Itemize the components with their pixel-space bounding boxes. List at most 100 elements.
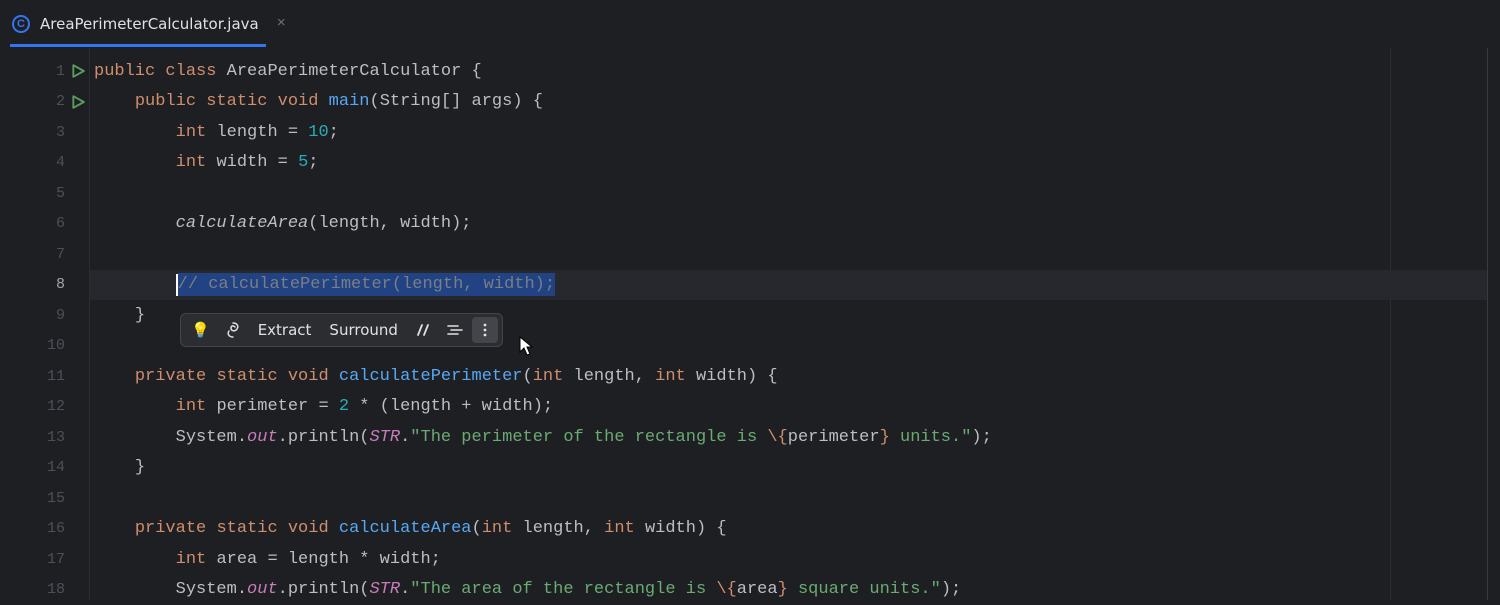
line-number: 17 — [47, 551, 65, 568]
token-p: .println( — [278, 428, 370, 447]
line-number: 3 — [56, 124, 65, 141]
code-line[interactable]: System.out.println(STR."The area of the … — [90, 575, 1487, 605]
code-line[interactable]: } — [90, 453, 1487, 484]
scrollbar[interactable] — [1488, 48, 1500, 600]
gutter-line[interactable]: 17 — [0, 544, 89, 575]
gutter-line[interactable]: 6 — [0, 209, 89, 240]
code-line[interactable] — [90, 483, 1487, 514]
token-kw: static — [216, 519, 287, 538]
token-kw: static — [206, 92, 277, 111]
code-line[interactable]: // calculatePerimeter(length, width); — [90, 270, 1487, 301]
gutter-line[interactable]: 18 — [0, 575, 89, 605]
gutter-line[interactable]: 3 — [0, 117, 89, 148]
token-p: length, — [574, 367, 656, 386]
token-p: . — [400, 428, 410, 447]
gutter-line[interactable]: 4 — [0, 148, 89, 179]
token-p: length = — [216, 123, 308, 142]
token-kw: class — [165, 62, 226, 81]
code-line[interactable]: private static void calculateArea(int le… — [90, 514, 1487, 545]
line-number: 18 — [47, 581, 65, 598]
gutter-line[interactable]: 10 — [0, 331, 89, 362]
token-tpl: } — [880, 428, 890, 447]
token-p: ); — [941, 580, 961, 599]
token-p: area = length * width; — [216, 550, 440, 569]
token-p: (length, width); — [308, 214, 471, 233]
token-kw: int — [176, 153, 217, 172]
token-num: 5 — [298, 153, 308, 172]
code-line[interactable]: System.out.println(STR."The perimeter of… — [90, 422, 1487, 453]
token-fni: calculateArea — [176, 214, 309, 233]
gutter-line[interactable]: 5 — [0, 178, 89, 209]
more-actions-button[interactable] — [472, 317, 498, 343]
line-number: 8 — [56, 276, 65, 293]
token-p: [] args) { — [441, 92, 543, 111]
code-line[interactable]: int length = 10; — [90, 117, 1487, 148]
line-number: 9 — [56, 307, 65, 324]
surround-button[interactable]: Surround — [321, 316, 405, 344]
token-fn: calculateArea — [339, 519, 472, 538]
intention-bulb-button[interactable]: 💡 — [185, 316, 216, 344]
run-gutter-icon[interactable] — [71, 95, 85, 109]
close-icon[interactable]: × — [269, 15, 294, 32]
code-line[interactable]: public class AreaPerimeterCalculator { — [90, 56, 1487, 87]
token-fn: calculatePerimeter — [339, 367, 523, 386]
token-p: perimeter — [788, 428, 880, 447]
code-line[interactable]: int width = 5; — [90, 148, 1487, 179]
gutter-line[interactable]: 8 — [0, 270, 89, 301]
gutter-line[interactable]: 16 — [0, 514, 89, 545]
code-line[interactable] — [90, 239, 1487, 270]
token-fld: out — [247, 428, 278, 447]
run-gutter-icon[interactable] — [71, 64, 85, 78]
token-p: length, — [523, 519, 605, 538]
bulb-icon: 💡 — [191, 321, 210, 339]
token-kw: void — [288, 519, 339, 538]
line-number: 13 — [47, 429, 65, 446]
token-p: area — [737, 580, 778, 599]
ai-swirl-icon — [224, 321, 242, 339]
token-p: System. — [176, 428, 247, 447]
token-num: 10 — [308, 123, 328, 142]
gutter-line[interactable]: 14 — [0, 453, 89, 484]
gutter-line[interactable]: 13 — [0, 422, 89, 453]
line-number: 14 — [47, 459, 65, 476]
code-line[interactable]: int area = length * width; — [90, 544, 1487, 575]
code-line[interactable]: calculateArea(length, width); — [90, 209, 1487, 240]
token-p: width) { — [645, 519, 727, 538]
comment-slashes-icon — [414, 323, 432, 337]
code-line[interactable]: private static void calculatePerimeter(i… — [90, 361, 1487, 392]
tab-title: AreaPerimeterCalculator.java — [40, 15, 259, 33]
floating-action-toolbar: 💡 Extract Surround — [180, 313, 503, 347]
gutter-line[interactable]: 7 — [0, 239, 89, 270]
extract-button[interactable]: Extract — [250, 316, 320, 344]
gutter-line[interactable]: 1 — [0, 56, 89, 87]
ai-assist-button[interactable] — [218, 316, 248, 344]
tab-active[interactable]: C AreaPerimeterCalculator.java × — [0, 0, 306, 47]
line-number: 16 — [47, 520, 65, 537]
token-kw: private — [135, 519, 217, 538]
token-kw: int — [655, 367, 696, 386]
gutter-line[interactable]: 15 — [0, 483, 89, 514]
line-number: 12 — [47, 398, 65, 415]
token-kw: private — [135, 367, 217, 386]
code-line[interactable]: int perimeter = 2 * (length + width); — [90, 392, 1487, 423]
gutter-line[interactable]: 9 — [0, 300, 89, 331]
token-p: System. — [176, 580, 247, 599]
token-p: * (length + width); — [349, 397, 553, 416]
gutter-line[interactable]: 12 — [0, 392, 89, 423]
token-str: "The area of the rectangle is — [410, 580, 716, 599]
comment-button[interactable] — [408, 318, 438, 342]
token-cls: AreaPerimeterCalculator — [227, 62, 472, 81]
token-p: width = — [216, 153, 298, 172]
token-cm: // calculatePerimeter(length, width); — [178, 275, 555, 294]
token-p: .println( — [278, 580, 370, 599]
token-fld: STR — [369, 580, 400, 599]
line-number: 1 — [56, 63, 65, 80]
code-line[interactable]: public static void main(String[] args) { — [90, 87, 1487, 118]
gutter-line[interactable]: 11 — [0, 361, 89, 392]
reformat-button[interactable] — [440, 318, 470, 342]
token-kw: public — [135, 92, 206, 111]
line-number: 7 — [56, 246, 65, 263]
gutter-line[interactable]: 2 — [0, 87, 89, 118]
code-line[interactable] — [90, 178, 1487, 209]
token-cls: String — [380, 92, 441, 111]
